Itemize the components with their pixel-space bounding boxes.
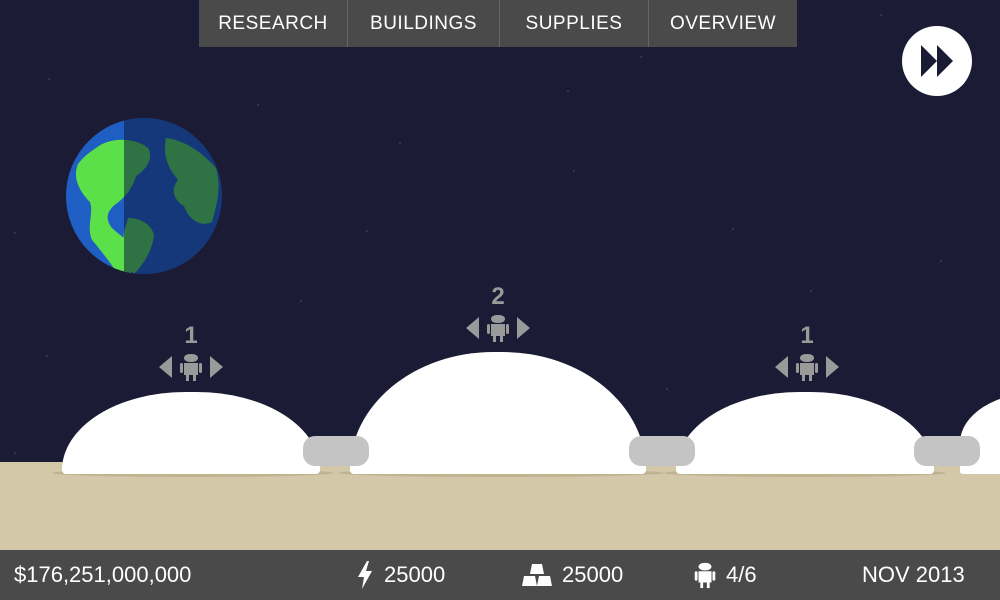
date-value: NOV 2013 [862,562,965,587]
star [940,260,942,262]
population-count: 1 [800,322,814,349]
decrease-arrow-icon[interactable] [159,356,172,378]
status-bar: $176,251,000,000 25000 25000 4/6 NOV 201… [0,550,1000,600]
dome-connector [914,436,980,466]
tab-overview[interactable]: OVERVIEW [649,0,797,47]
star [640,56,642,58]
star [732,228,734,230]
star [48,78,50,80]
fast-forward-button[interactable] [902,26,972,96]
star [14,452,16,454]
dome-connector [629,436,695,466]
fast-forward-icon [921,45,953,77]
star [567,90,569,92]
decrease-arrow-icon[interactable] [775,356,788,378]
star [666,388,668,390]
star [46,355,48,357]
energy-value: 25000 [384,562,446,587]
star [880,14,882,16]
increase-arrow-icon[interactable] [210,356,223,378]
date-display: NOV 2013 [862,550,965,600]
ingots-icon [522,564,552,586]
robot-icon [694,562,716,589]
top-menu: RESEARCH BUILDINGS SUPPLIES OVERVIEW [199,0,797,47]
robots-display: 4/6 [694,550,757,600]
money-display: $176,251,000,000 [14,550,191,600]
star [810,290,812,292]
population-count: 2 [491,283,505,310]
dome-3-population: 1 [762,322,852,384]
dome-2-population: 2 [453,283,543,345]
robot-icon [487,315,509,342]
materials-value: 25000 [562,562,624,587]
dome-connector [303,436,369,466]
star [257,104,259,106]
energy-display: 25000 [356,550,445,600]
earth-planet [66,118,222,274]
increase-arrow-icon[interactable] [826,356,839,378]
star [573,170,575,172]
lightning-icon [358,561,372,589]
tab-supplies[interactable]: SUPPLIES [500,0,649,47]
star [300,300,302,302]
star [366,230,368,232]
population-count: 1 [184,322,198,349]
dome-1-population: 1 [146,322,236,384]
robots-value: 4/6 [726,562,757,587]
decrease-arrow-icon[interactable] [466,317,479,339]
star [399,142,401,144]
star [14,232,16,234]
money-value: $176,251,000,000 [14,562,192,587]
tab-research[interactable]: RESEARCH [199,0,348,47]
increase-arrow-icon[interactable] [517,317,530,339]
robot-icon [180,354,202,381]
tab-buildings[interactable]: BUILDINGS [348,0,500,47]
robot-icon [796,354,818,381]
materials-display: 25000 [522,550,623,600]
